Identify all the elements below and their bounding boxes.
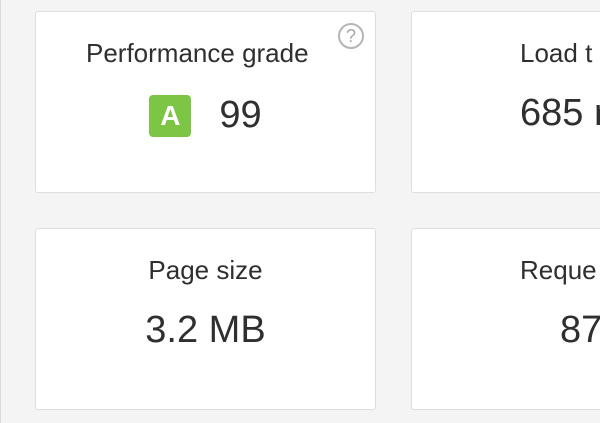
summary-panel: Performance grade ? A 99 Load t 685 r Pa… <box>0 0 600 423</box>
requests-value: 87 <box>560 309 600 351</box>
performance-grade-card: Performance grade ? A 99 <box>35 11 376 193</box>
grade-row: A 99 <box>36 94 375 137</box>
grade-score: 99 <box>219 94 262 136</box>
grade-badge: A <box>149 94 192 137</box>
performance-grade-title: Performance grade <box>86 38 309 68</box>
left-divider <box>0 0 1 423</box>
page-size-title: Page size <box>148 255 263 285</box>
requests-title: Reque <box>520 255 597 285</box>
page-size-value: 3.2 MB <box>145 309 266 351</box>
page-size-card: Page size 3.2 MB <box>35 228 376 410</box>
help-circle-icon[interactable]: ? <box>338 23 364 49</box>
load-time-card: Load t 685 r <box>411 11 600 193</box>
load-time-title: Load t <box>520 38 593 68</box>
load-time-value: 685 r <box>520 92 600 134</box>
requests-card: Reque 87 <box>411 228 600 410</box>
